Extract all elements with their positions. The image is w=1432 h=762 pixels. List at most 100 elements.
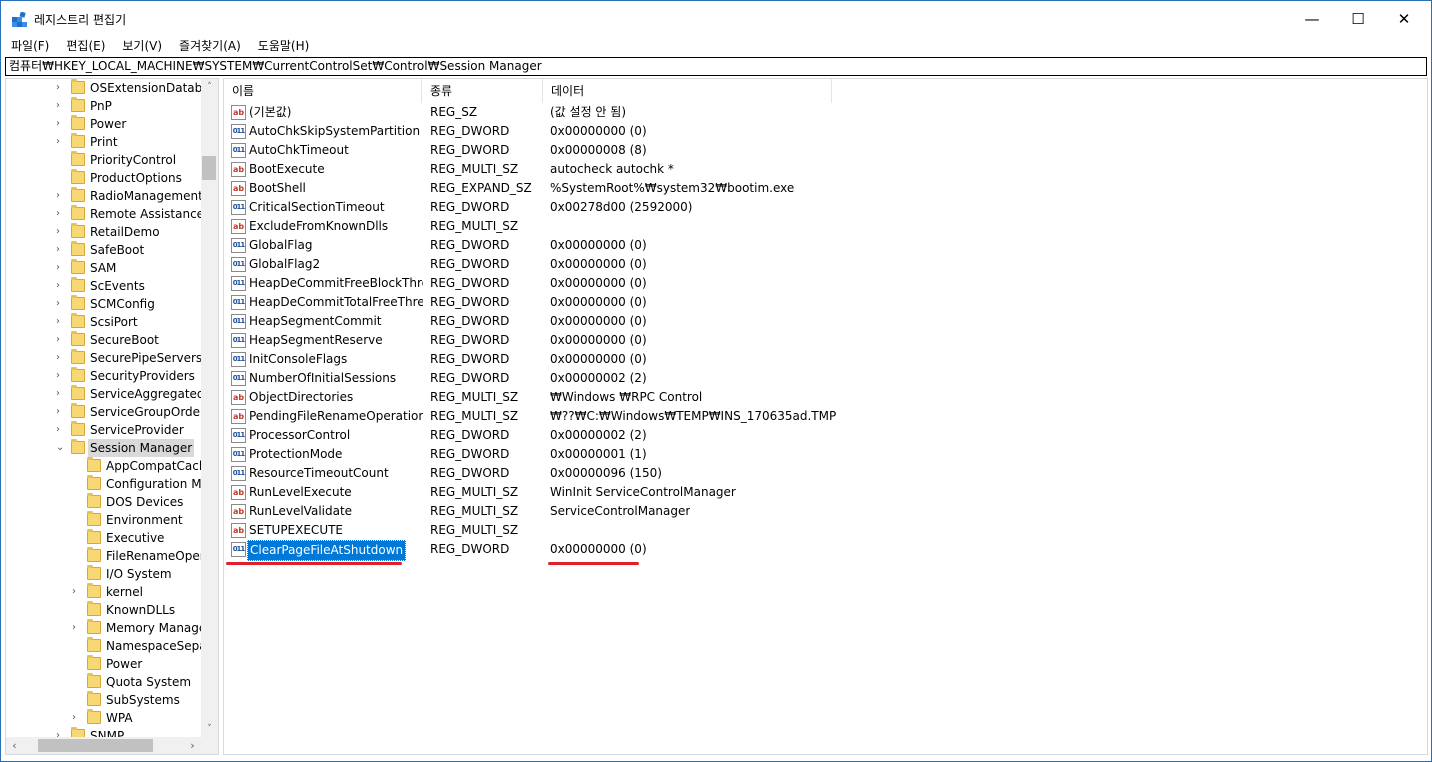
collapse-chevron-icon[interactable]: ⌄ [56, 442, 66, 454]
value-row[interactable]: 011 GlobalFlag REG_DWORD 0x00000000 (0) [224, 236, 1024, 255]
value-row[interactable]: ab SETUPEXECUTE REG_MULTI_SZ [224, 521, 1024, 540]
maximize-button[interactable]: ☐ [1335, 1, 1381, 37]
value-row[interactable]: ab PendingFileRenameOperations REG_MULTI_S… [224, 407, 1024, 426]
tree-vertical-scroll-thumb[interactable] [202, 156, 216, 180]
expand-chevron-icon[interactable]: › [56, 406, 66, 418]
menu-help[interactable]: 도움말(H) [248, 37, 317, 55]
column-header-type[interactable]: 종류 [422, 79, 543, 103]
tree-item-label[interactable]: KnownDLLs [104, 601, 177, 619]
scroll-left-arrow-icon[interactable]: ‹ [6, 737, 23, 754]
tree-item-label[interactable]: RetailDemo [88, 223, 162, 241]
value-row[interactable]: 011 ProtectionMode REG_DWORD 0x00000001 (1) [224, 445, 1024, 464]
tree-item-label[interactable]: SafeBoot [88, 241, 146, 259]
tree-item-label[interactable]: SAM [88, 259, 118, 277]
expand-chevron-icon[interactable]: › [56, 226, 66, 238]
menu-favorites[interactable]: 즐겨찾기(A) [169, 37, 248, 55]
tree-item-label[interactable]: SubSystems [104, 691, 182, 709]
expand-chevron-icon[interactable]: › [56, 136, 66, 148]
value-row[interactable]: 011 NumberOfInitialSessions REG_DWORD 0x000… [224, 369, 1024, 388]
expand-chevron-icon[interactable]: › [56, 280, 66, 292]
value-row[interactable]: 011 CriticalSectionTimeout REG_DWORD 0x0027… [224, 198, 1024, 217]
expand-chevron-icon[interactable]: › [56, 208, 66, 220]
minimize-button[interactable]: — [1289, 1, 1335, 37]
title-bar[interactable]: 레지스트리 편집기 — ☐ ✕ [1, 1, 1431, 37]
expand-chevron-icon[interactable]: › [56, 190, 66, 202]
expand-chevron-icon[interactable]: › [56, 100, 66, 112]
menu-edit[interactable]: 편집(E) [56, 37, 112, 55]
column-header-data[interactable]: 데이터 [543, 79, 832, 103]
tree-item-label[interactable]: SecurityProviders [88, 367, 197, 385]
address-bar[interactable]: 컴퓨터₩HKEY_LOCAL_MACHINE₩SYSTEM₩CurrentCon… [5, 57, 1427, 76]
tree-item-label[interactable]: AppCompatCache [104, 457, 216, 475]
expand-chevron-icon[interactable]: › [72, 586, 82, 598]
value-row[interactable]: 011 HeapDeCommitFreeBlockThre... REG_DWORD… [224, 274, 1024, 293]
tree-item-label[interactable]: ScEvents [88, 277, 147, 295]
tree-item-label[interactable]: RadioManagement [88, 187, 205, 205]
scroll-down-arrow-icon[interactable]: ˅ [201, 721, 218, 738]
tree-item-label[interactable]: DOS Devices [104, 493, 185, 511]
menu-file[interactable]: 파일(F) [1, 37, 56, 55]
scroll-up-arrow-icon[interactable]: ˄ [201, 79, 218, 96]
value-row[interactable]: ab RunLevelExecute REG_MULTI_SZ WinInit Ser… [224, 483, 1024, 502]
close-button[interactable]: ✕ [1381, 1, 1427, 37]
values-list-pane[interactable]: 이름 종류 데이터 ab (기본값) REG_SZ (값 설정 안 됨) 011 Auto… [223, 78, 1428, 755]
value-row[interactable]: ab ExcludeFromKnownDlls REG_MULTI_SZ [224, 217, 1024, 236]
value-row[interactable]: 011 GlobalFlag2 REG_DWORD 0x00000000 (0) [224, 255, 1024, 274]
expand-chevron-icon[interactable]: › [56, 388, 66, 400]
menu-view[interactable]: 보기(V) [112, 37, 169, 55]
tree-horizontal-scrollbar[interactable]: ‹ › [6, 737, 218, 754]
tree-item-label[interactable]: I/O System [104, 565, 174, 583]
tree-item-label[interactable]: WPA [104, 709, 135, 727]
value-row[interactable]: 011 HeapSegmentCommit REG_DWORD 0x00000000 … [224, 312, 1024, 331]
value-row[interactable]: 011 HeapSegmentReserve REG_DWORD 0x00000000… [224, 331, 1024, 350]
tree-item-label[interactable]: SecureBoot [88, 331, 161, 349]
tree-horizontal-scroll-thumb[interactable] [38, 739, 153, 752]
value-row[interactable]: 011 AutoChkTimeout REG_DWORD 0x00000008 (8) [224, 141, 1024, 160]
tree-item-label[interactable]: ScsiPort [88, 313, 140, 331]
tree-item-label[interactable]: ServiceGroupOrder [88, 403, 207, 421]
expand-chevron-icon[interactable]: › [56, 352, 66, 364]
expand-chevron-icon[interactable]: › [56, 244, 66, 256]
value-row[interactable]: ab (기본값) REG_SZ (값 설정 안 됨) [224, 103, 1024, 122]
tree-item-label[interactable]: ServiceAggregatedEvents [88, 385, 218, 403]
expand-chevron-icon[interactable]: › [56, 424, 66, 436]
column-header-name[interactable]: 이름 [224, 79, 422, 103]
expand-chevron-icon[interactable]: › [56, 316, 66, 328]
key-tree-pane[interactable]: › OSExtensionDatabase › PnP › Power › Print Prio… [5, 78, 219, 755]
value-row[interactable]: 011 ProcessorControl REG_DWORD 0x00000002 (… [224, 426, 1024, 445]
tree-item-label[interactable]: Session Manager [88, 439, 195, 457]
tree-item-label[interactable]: Remote Assistance [88, 205, 206, 223]
tree-item-label[interactable]: Power [88, 115, 128, 133]
tree-item-label[interactable]: Quota System [104, 673, 193, 691]
tree-item-label[interactable]: ServiceProvider [88, 421, 186, 439]
expand-chevron-icon[interactable]: › [72, 622, 82, 634]
expand-chevron-icon[interactable]: › [56, 262, 66, 274]
tree-item-label[interactable]: Power [104, 655, 144, 673]
value-row[interactable]: 011 ResourceTimeoutCount REG_DWORD 0x000000… [224, 464, 1024, 483]
expand-chevron-icon[interactable]: › [72, 712, 82, 724]
value-row[interactable]: ab BootExecute REG_MULTI_SZ autocheck autoc… [224, 160, 1024, 179]
expand-chevron-icon[interactable]: › [56, 334, 66, 346]
tree-item-label[interactable]: PnP [88, 97, 114, 115]
tree-item-label[interactable]: OSExtensionDatabase [88, 79, 218, 97]
scroll-right-arrow-icon[interactable]: › [184, 737, 201, 754]
tree-item-label[interactable]: SCMConfig [88, 295, 157, 313]
tree-item-label[interactable]: Executive [104, 529, 166, 547]
value-row[interactable]: 011 AutoChkSkipSystemPartition REG_DWORD 0x… [224, 122, 1024, 141]
tree-item-label[interactable]: ProductOptions [88, 169, 184, 187]
tree-vertical-scrollbar[interactable]: ˄ ˅ [201, 79, 218, 738]
tree-item-label[interactable]: Environment [104, 511, 185, 529]
value-row[interactable]: 011 HeapDeCommitTotalFreeThres... REG_DWOR… [224, 293, 1024, 312]
expand-chevron-icon[interactable]: › [56, 298, 66, 310]
value-row[interactable]: 011 ClearPageFileAtShutdown REG_DWORD 0x000… [224, 540, 1024, 561]
expand-chevron-icon[interactable]: › [56, 82, 66, 94]
expand-chevron-icon[interactable]: › [56, 118, 66, 130]
value-row[interactable]: 011 InitConsoleFlags REG_DWORD 0x00000000 (… [224, 350, 1024, 369]
tree-item-label[interactable]: PriorityControl [88, 151, 178, 169]
tree-item-label[interactable]: kernel [104, 583, 145, 601]
value-row[interactable]: ab BootShell REG_EXPAND_SZ %SystemRoot%₩sys… [224, 179, 1024, 198]
tree-item-label[interactable]: Print [88, 133, 120, 151]
value-row[interactable]: ab RunLevelValidate REG_MULTI_SZ ServiceCon… [224, 502, 1024, 521]
value-row[interactable]: ab ObjectDirectories REG_MULTI_SZ ₩Windows … [224, 388, 1024, 407]
tree-item-label[interactable]: SecurePipeServers [88, 349, 204, 367]
